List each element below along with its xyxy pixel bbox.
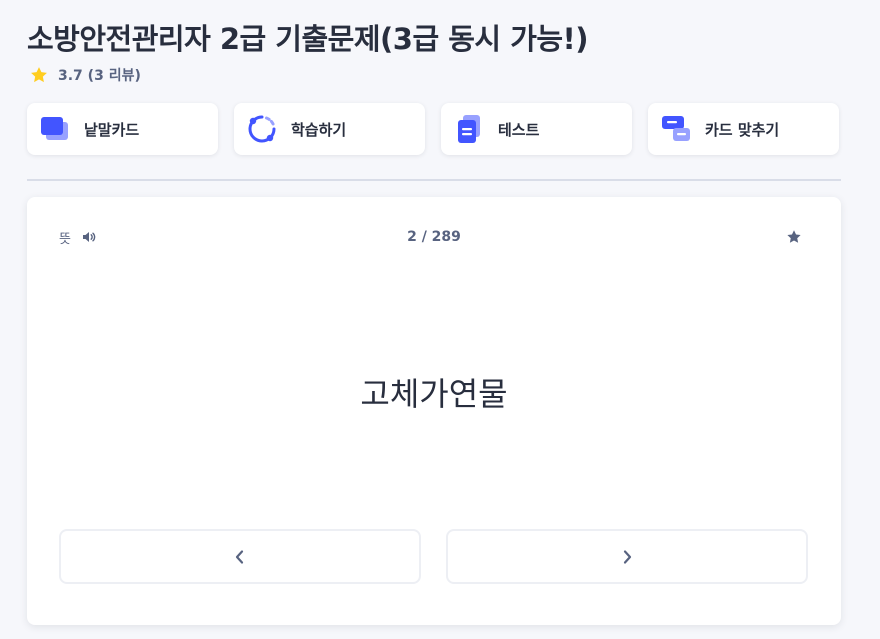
flashcards-icon: [40, 115, 70, 143]
card-counter: 2 / 289: [407, 229, 461, 245]
match-icon: [661, 115, 691, 143]
next-card-button[interactable]: [446, 529, 808, 584]
card-term: 고체가연물: [360, 375, 508, 413]
mode-test-button[interactable]: 테스트: [441, 103, 632, 155]
divider: [27, 179, 841, 181]
mode-match-button[interactable]: 카드 맞추기: [648, 103, 839, 155]
flashcard[interactable]: 뜻 2 / 289 고체가연물: [27, 197, 841, 625]
page: 소방안전관리자 2급 기출문제(3급 동시 가능!) 3.7 (3 리뷰) 낱말…: [0, 0, 880, 639]
rating-text: 3.7 (3 리뷰): [58, 68, 141, 84]
study-modes: 낱말카드 학습하기 테스트 카드 맞추기: [27, 103, 841, 155]
mode-label: 학습하기: [291, 120, 347, 139]
chevron-right-icon: [623, 549, 632, 564]
mode-label: 카드 맞추기: [705, 120, 780, 139]
card-toolbar: 뜻 2 / 289: [59, 225, 809, 249]
star-icon: [31, 67, 47, 83]
mode-label: 낱말카드: [84, 120, 140, 139]
previous-card-button[interactable]: [59, 529, 421, 584]
mode-flashcards-button[interactable]: 낱말카드: [27, 103, 218, 155]
chevron-left-icon: [235, 549, 244, 564]
learn-icon: [247, 115, 277, 143]
mode-label: 테스트: [498, 120, 540, 139]
page-title: 소방안전관리자 2급 기출문제(3급 동시 가능!): [27, 22, 589, 56]
star-icon[interactable]: [785, 228, 803, 246]
test-icon: [454, 115, 484, 143]
mode-learn-button[interactable]: 학습하기: [234, 103, 425, 155]
rating[interactable]: 3.7 (3 리뷰): [29, 64, 141, 86]
